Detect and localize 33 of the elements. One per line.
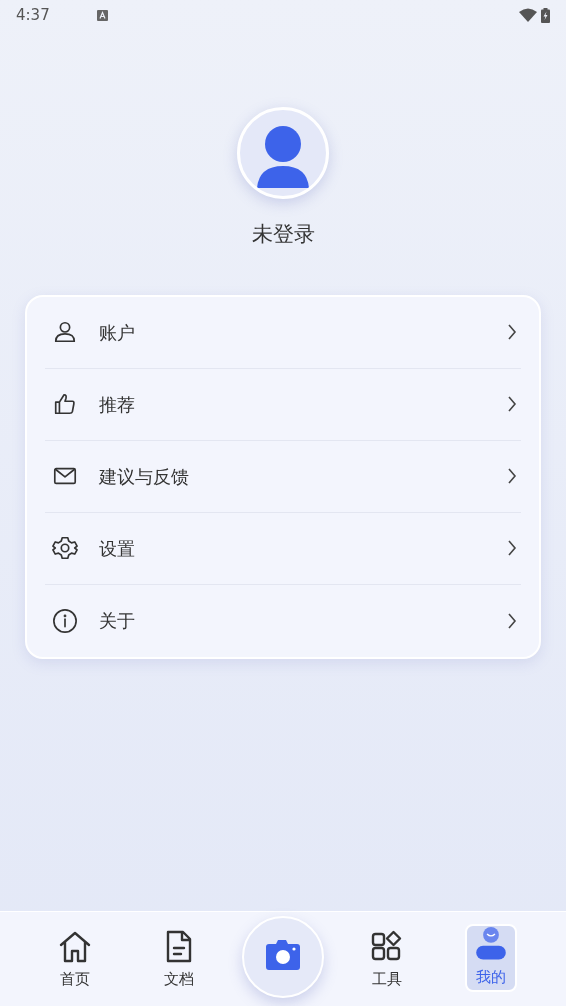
keyboard-icon bbox=[96, 9, 108, 21]
menu-item[interactable]: 设置 bbox=[45, 512, 521, 585]
gear-icon bbox=[52, 535, 78, 561]
menu-label: 设置 bbox=[99, 536, 136, 561]
person-icon bbox=[474, 926, 508, 962]
thumbs-up-icon bbox=[52, 391, 78, 417]
nav-tab[interactable]: 我的 bbox=[465, 924, 517, 992]
menu-label: 账户 bbox=[99, 320, 136, 345]
menu-item[interactable]: 关于 bbox=[45, 584, 521, 657]
menu-item[interactable]: 账户 bbox=[45, 296, 521, 369]
person-icon bbox=[255, 126, 311, 188]
home-icon bbox=[58, 929, 92, 964]
menu-label: 关于 bbox=[99, 609, 136, 633]
status-time: 4:37 bbox=[16, 4, 50, 26]
menu-label: 推荐 bbox=[99, 392, 136, 417]
menu-label: 建议与反馈 bbox=[99, 464, 190, 489]
chevron-right-icon bbox=[507, 540, 517, 556]
chevron-right-icon bbox=[507, 468, 517, 484]
nav-tab[interactable]: 文档 bbox=[153, 924, 205, 992]
menu-item[interactable]: 推荐 bbox=[45, 368, 521, 441]
chevron-right-icon bbox=[507, 396, 517, 412]
info-icon bbox=[52, 607, 78, 634]
nav-tab[interactable]: 首页 bbox=[49, 924, 101, 992]
login-status: 未登录 bbox=[251, 221, 315, 248]
nav-tab[interactable]: 工具 bbox=[361, 924, 413, 992]
wifi-icon bbox=[519, 8, 537, 22]
user-icon bbox=[52, 319, 78, 345]
camera-icon bbox=[264, 939, 302, 971]
chevron-right-icon bbox=[507, 612, 517, 629]
avatar[interactable] bbox=[237, 107, 329, 199]
battery-icon bbox=[541, 7, 550, 23]
menu-item[interactable]: 建议与反馈 bbox=[45, 440, 521, 513]
chevron-right-icon bbox=[507, 324, 517, 340]
